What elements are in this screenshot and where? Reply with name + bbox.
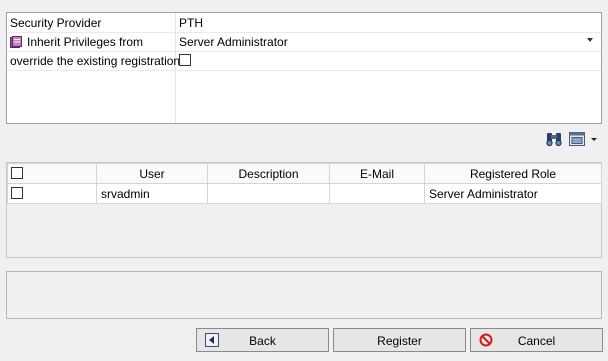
override-registration-label: override the existing registration (10, 54, 181, 68)
back-arrow-icon (205, 333, 219, 347)
table-cell-description[interactable] (207, 183, 330, 204)
toolbar-menu-chevron-icon[interactable] (589, 130, 599, 148)
property-row-inherit-privileges: Inherit Privileges from Server Administr… (7, 32, 601, 52)
property-row-security-provider: Security Provider PTH (7, 13, 601, 33)
chevron-down-icon[interactable] (587, 38, 593, 42)
property-grid: Security Provider PTH Inherit Privileges… (6, 12, 602, 124)
privileges-icon (10, 36, 22, 48)
back-button-label: Back (249, 334, 276, 348)
inherit-privileges-select[interactable]: Server Administrator (179, 35, 288, 49)
register-button[interactable]: Register (333, 328, 466, 352)
select-all-checkbox[interactable] (11, 167, 23, 179)
back-button[interactable]: Back (196, 328, 329, 352)
column-header-email[interactable]: E-Mail (329, 163, 425, 184)
select-all-header (7, 163, 97, 184)
table-cell-user[interactable]: srvadmin (96, 183, 208, 204)
cancel-icon (479, 333, 493, 347)
property-row-override-registration: override the existing registration (7, 51, 601, 71)
column-header-description[interactable]: Description (207, 163, 330, 184)
override-registration-checkbox[interactable] (179, 54, 191, 66)
view-options-icon[interactable] (568, 130, 586, 148)
security-provider-value[interactable]: PTH (179, 16, 203, 30)
table-cell-email[interactable] (329, 183, 425, 204)
cancel-button-label: Cancel (517, 334, 556, 348)
table-row-checkbox-cell (7, 183, 97, 204)
column-header-registered-role[interactable]: Registered Role (424, 163, 602, 184)
register-button-label: Register (377, 334, 422, 348)
row-checkbox[interactable] (11, 187, 23, 199)
inherit-privileges-label: Inherit Privileges from (27, 35, 144, 49)
table-cell-registered-role[interactable]: Server Administrator (424, 183, 602, 204)
binoculars-icon[interactable] (545, 130, 563, 148)
security-provider-label: Security Provider (10, 16, 102, 30)
column-header-user[interactable]: User (96, 163, 208, 184)
description-panel (6, 271, 602, 319)
cancel-button[interactable]: Cancel (470, 328, 603, 352)
